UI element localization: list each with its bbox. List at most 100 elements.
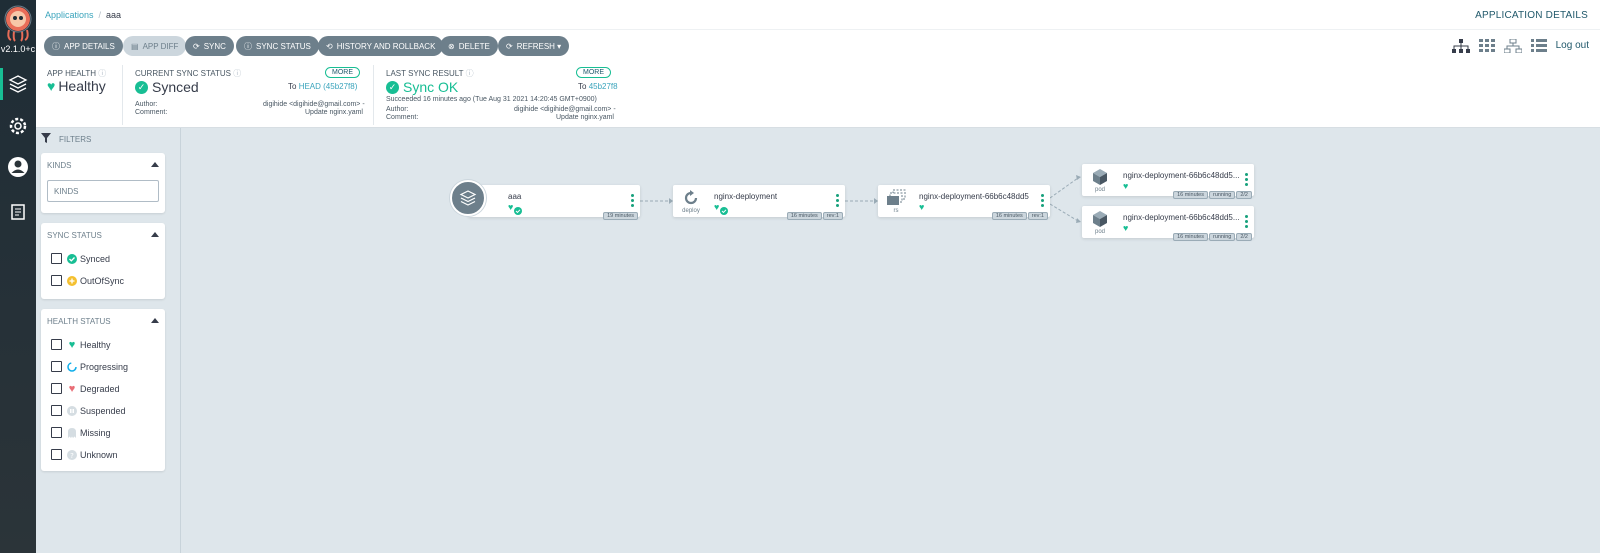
- settings-gear-icon[interactable]: [6, 114, 30, 138]
- comment-value: Update nginx.yaml: [305, 109, 363, 116]
- node-kind-label: rs: [893, 208, 899, 214]
- help-icon[interactable]: ⓘ: [233, 69, 241, 78]
- last-sync-title: LAST SYNC RESULT ⓘ: [386, 69, 474, 78]
- filters-header[interactable]: FILTERS: [41, 133, 91, 145]
- collapse-caret-icon[interactable]: [151, 318, 159, 323]
- logout-link[interactable]: Log out: [1556, 40, 1589, 51]
- last-sync-section: LAST SYNC RESULT ⓘ MORE ✓ Sync OK To 45b2…: [386, 61, 626, 128]
- list-view-icon[interactable]: [1530, 38, 1548, 54]
- help-icon[interactable]: ⓘ: [98, 69, 106, 78]
- documentation-book-icon[interactable]: [6, 200, 30, 224]
- pod-node[interactable]: pod nginx-deployment-66b6c48dd5... ♥ 16 …: [1082, 164, 1254, 199]
- node-name: nginx-deployment: [714, 192, 778, 201]
- node-kind-label: deploy: [682, 208, 700, 214]
- filter-item-synced[interactable]: Synced: [51, 253, 110, 264]
- node-tags: 16 minutes running 2/2: [1173, 233, 1252, 241]
- checkbox[interactable]: [51, 449, 62, 460]
- state-tag: running: [1208, 233, 1236, 241]
- breadcrumb-applications-link[interactable]: Applications: [45, 10, 94, 20]
- view-switcher: [1452, 38, 1548, 54]
- filter-item-outofsync[interactable]: OutOfSync: [51, 275, 124, 286]
- filter-item-progressing[interactable]: Progressing: [51, 361, 128, 372]
- synced-check-icon: [67, 253, 77, 264]
- comment-label: Comment:: [135, 109, 168, 116]
- age-tag: 19 minutes: [603, 212, 638, 220]
- author-label: Author:: [135, 101, 158, 108]
- left-nav: v2.1.0+c: [0, 0, 36, 553]
- info-icon: ⓘ: [52, 41, 60, 51]
- refresh-button[interactable]: ⟳ REFRESH ▾: [498, 36, 570, 56]
- collapse-caret-icon[interactable]: [151, 232, 159, 237]
- sync-status-filter-box: SYNC STATUS Synced OutOfSync: [41, 223, 165, 299]
- history-rollback-button[interactable]: ⟲ HISTORY AND ROLLBACK: [318, 36, 444, 56]
- node-menu-kebab-icon[interactable]: [1041, 194, 1044, 207]
- filter-item-unknown[interactable]: ? Unknown: [51, 449, 118, 460]
- heart-icon: ♥: [1123, 181, 1129, 191]
- node-menu-kebab-icon[interactable]: [836, 194, 839, 207]
- sync-status-button[interactable]: ⓘ SYNC STATUS: [236, 36, 319, 56]
- checkbox[interactable]: [51, 361, 62, 372]
- network-view-icon[interactable]: [1504, 38, 1522, 54]
- filter-item-degraded[interactable]: ♥ Degraded: [51, 382, 120, 395]
- checkbox[interactable]: [51, 253, 62, 264]
- collapse-caret-icon[interactable]: [151, 162, 159, 167]
- broken-heart-icon: ♥: [68, 382, 76, 395]
- progressing-spinner-icon: [67, 361, 77, 372]
- checkbox[interactable]: [51, 405, 62, 416]
- node-health-icons: ♥: [919, 202, 924, 212]
- outofsync-arrow-icon: [67, 275, 77, 286]
- applications-layers-icon[interactable]: [6, 72, 30, 96]
- last-sync-target: To 45b27f8: [578, 82, 618, 91]
- pods-grid-view-icon[interactable]: [1478, 38, 1496, 54]
- current-sync-title: CURRENT SYNC STATUS ⓘ: [135, 69, 242, 78]
- kinds-input[interactable]: KINDS: [47, 180, 159, 202]
- filter-item-suspended[interactable]: Suspended: [51, 405, 126, 416]
- node-tags: 16 minutes running 2/2: [1173, 191, 1252, 199]
- node-kind-label: pod: [1094, 229, 1105, 235]
- checkbox[interactable]: [51, 427, 62, 438]
- ready-tag: 2/2: [1236, 191, 1252, 199]
- deployment-node[interactable]: deploy nginx-deployment ♥ 16 minutes rev…: [673, 185, 845, 220]
- current-sync-value: ✓ Synced: [135, 79, 199, 95]
- checkbox[interactable]: [51, 383, 62, 394]
- filter-item-missing[interactable]: Missing: [51, 427, 111, 438]
- node-menu-kebab-icon[interactable]: [631, 194, 634, 207]
- current-sync-more-button[interactable]: MORE: [325, 67, 360, 78]
- delete-button[interactable]: ⊗ DELETE: [440, 36, 498, 56]
- user-info-icon[interactable]: [6, 155, 30, 179]
- node-health-icons: ♥: [1123, 223, 1128, 233]
- node-health-icons: ♥: [1123, 181, 1128, 191]
- argo-logo-icon[interactable]: [3, 4, 33, 42]
- replicaset-node[interactable]: rs nginx-deployment-66b6c48dd5 ♥ 16 minu…: [878, 185, 1050, 220]
- revision-tag: rev:1: [822, 212, 843, 220]
- pod-cube-icon: [1088, 168, 1112, 186]
- ghost-icon: [67, 427, 77, 438]
- tree-view-icon[interactable]: [1452, 38, 1470, 54]
- app-node[interactable]: aaa ♥ 19 minutes: [468, 185, 640, 220]
- node-tags: 19 minutes: [603, 212, 638, 220]
- nav-active-indicator: [0, 68, 3, 100]
- top-bar: Applications / aaa APPLICATION DETAILS: [36, 0, 1600, 30]
- app-details-button[interactable]: ⓘ APP DETAILS: [44, 36, 123, 56]
- author-label: Author:: [386, 106, 409, 113]
- node-menu-kebab-icon[interactable]: [1245, 215, 1248, 228]
- ready-tag: 2/2: [1236, 233, 1252, 241]
- last-sync-more-button[interactable]: MORE: [576, 67, 611, 78]
- sync-button[interactable]: ⟳ SYNC: [185, 36, 234, 56]
- last-sync-revision-link[interactable]: 45b27f8: [589, 82, 618, 91]
- filter-item-healthy[interactable]: ♥ Healthy: [51, 339, 111, 351]
- checkbox[interactable]: [51, 339, 62, 350]
- node-menu-kebab-icon[interactable]: [1245, 173, 1248, 186]
- current-sync-section: CURRENT SYNC STATUS ⓘ MORE ✓ Synced To HE…: [135, 61, 365, 128]
- app-health-value: ♥ Healthy: [47, 78, 106, 94]
- revision-tag: rev:1: [1027, 212, 1048, 220]
- help-icon[interactable]: ⓘ: [466, 69, 474, 78]
- app-health-section: APP HEALTH ⓘ ♥ Healthy: [36, 61, 122, 128]
- check-circle-icon: [514, 202, 523, 220]
- pod-node[interactable]: pod nginx-deployment-66b6c48dd5... ♥ 16 …: [1082, 206, 1254, 241]
- app-diff-button[interactable]: ▤ APP DIFF: [123, 36, 187, 56]
- node-name: nginx-deployment-66b6c48dd5...: [1123, 213, 1240, 222]
- current-sync-revision-link[interactable]: HEAD (45b27f8): [299, 82, 358, 91]
- delete-x-icon: ⊗: [448, 41, 455, 51]
- checkbox[interactable]: [51, 275, 62, 286]
